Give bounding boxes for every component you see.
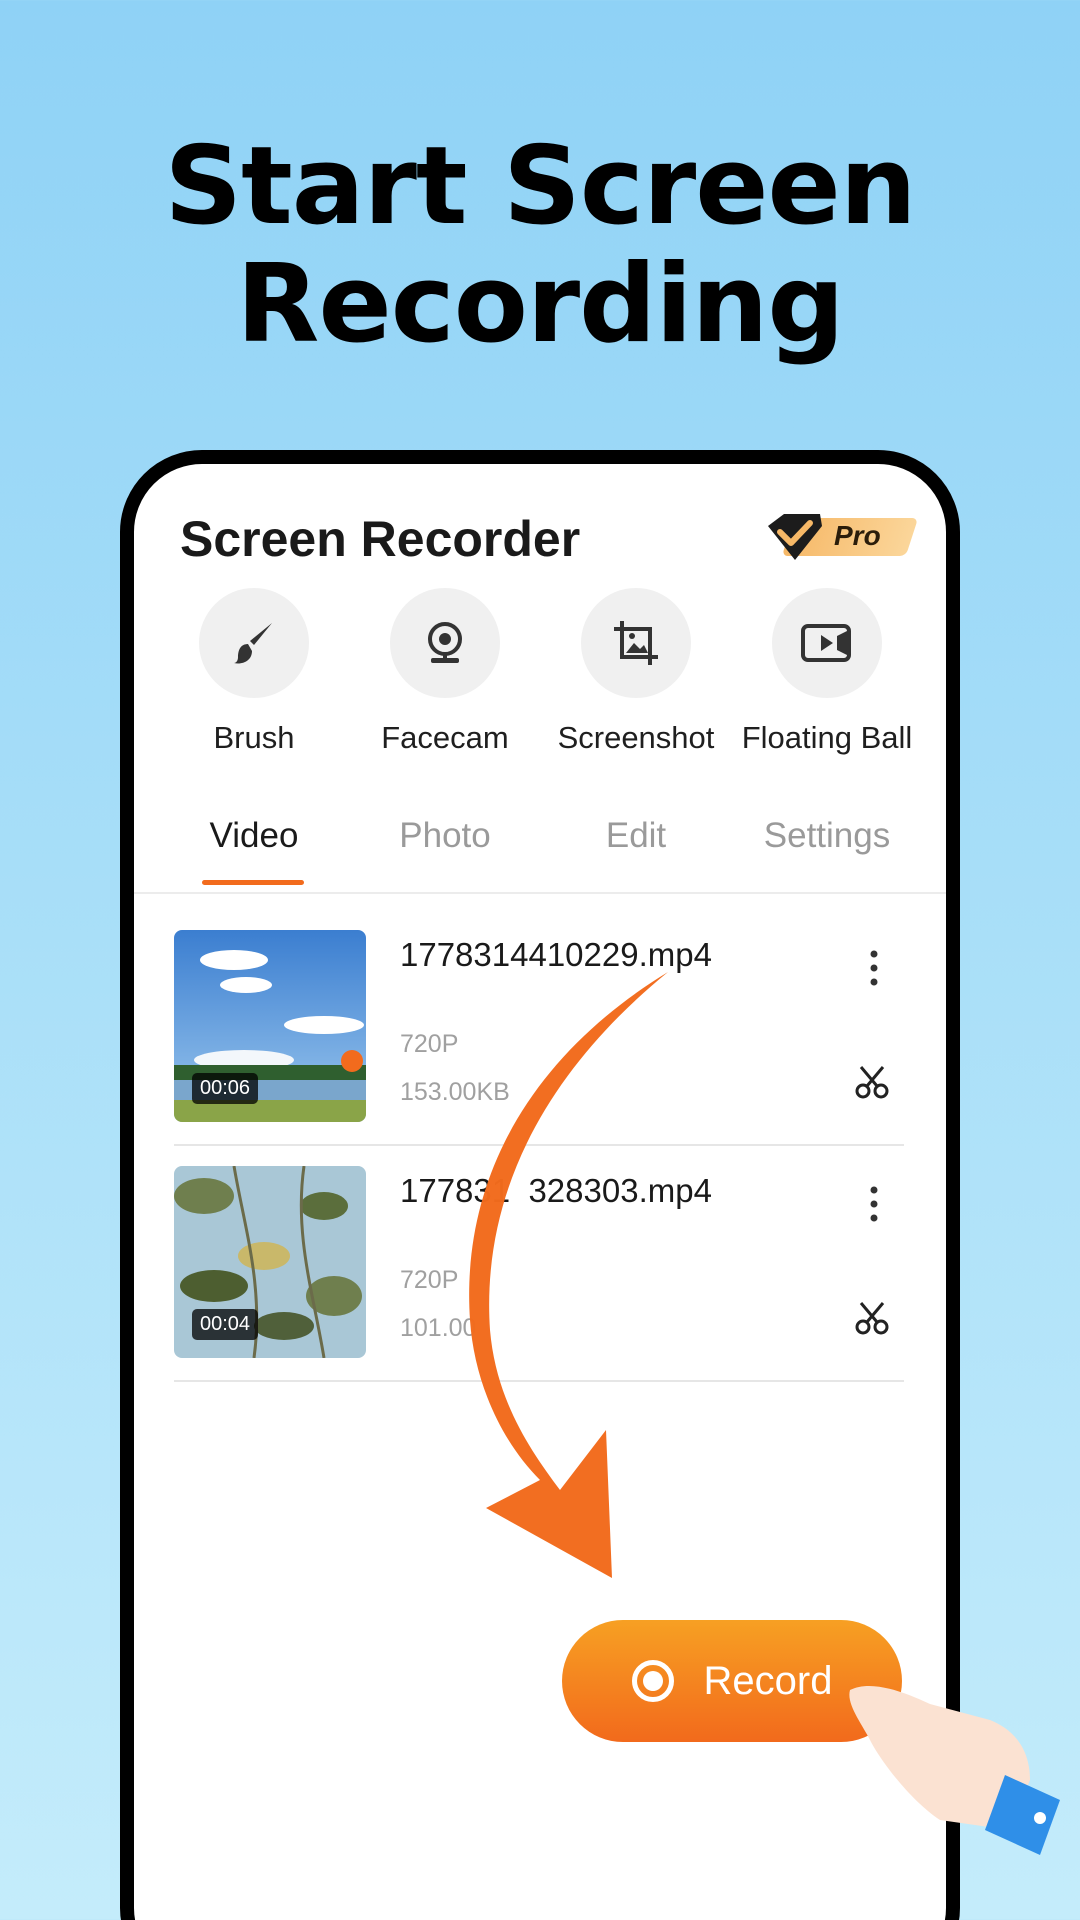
pro-shield-icon bbox=[768, 514, 822, 560]
tab-video[interactable]: Video bbox=[159, 816, 349, 856]
tool-circle bbox=[581, 588, 691, 698]
tool-circle bbox=[772, 588, 882, 698]
pro-badge[interactable]: Pro bbox=[764, 512, 919, 560]
tool-label: Screenshot bbox=[557, 720, 715, 755]
scissors-icon[interactable] bbox=[854, 1300, 890, 1336]
tool-brush[interactable]: Brush bbox=[159, 588, 349, 756]
video-list-item[interactable]: 00:04 177831 328303.mp4 720P 101.00 bbox=[174, 1146, 904, 1382]
tool-circle bbox=[199, 588, 309, 698]
video-camera-icon bbox=[801, 624, 851, 662]
tab-photo[interactable]: Photo bbox=[350, 816, 540, 856]
video-list-item[interactable]: 00:06 1778314410229.mp4 720P 153.00KB bbox=[174, 910, 904, 1146]
pointing-hand-illustration bbox=[849, 1685, 1060, 1855]
tool-circle bbox=[390, 588, 500, 698]
tab-settings[interactable]: Settings bbox=[732, 816, 922, 856]
screenshot-icon bbox=[614, 621, 658, 665]
tool-label: Facecam bbox=[381, 720, 509, 755]
more-options-icon[interactable] bbox=[864, 948, 884, 988]
tools-row: Brush Facecam Screenshot Floating Ball bbox=[134, 588, 946, 758]
video-thumbnail[interactable]: 00:06 bbox=[174, 930, 366, 1122]
tool-label: Brush bbox=[213, 720, 295, 755]
video-resolution: 720P bbox=[400, 1266, 459, 1294]
scissors-icon[interactable] bbox=[854, 1064, 890, 1100]
video-duration: 00:04 bbox=[192, 1309, 259, 1340]
tool-screenshot[interactable]: Screenshot bbox=[541, 588, 731, 756]
headline-line-2: Recording bbox=[236, 242, 844, 367]
tab-bar: Video Photo Edit Settings bbox=[134, 782, 946, 894]
record-label: Record bbox=[703, 1658, 833, 1703]
video-size: 101.00 bbox=[400, 1314, 477, 1342]
tab-edit[interactable]: Edit bbox=[541, 816, 731, 856]
phone-frame: Screen Recorder Pro Brush Facecam Screen… bbox=[120, 450, 960, 1920]
headline-line-1: Start Screen bbox=[164, 124, 916, 249]
video-size: 153.00KB bbox=[400, 1078, 510, 1106]
tool-facecam[interactable]: Facecam bbox=[350, 588, 540, 756]
tool-label: Floating Ball bbox=[741, 720, 913, 755]
tool-floating-ball[interactable]: Floating Ball bbox=[732, 588, 922, 756]
brush-icon bbox=[234, 623, 272, 664]
active-tab-indicator bbox=[202, 880, 304, 885]
video-duration: 00:06 bbox=[192, 1073, 259, 1104]
video-thumbnail[interactable]: 00:04 bbox=[174, 1166, 366, 1358]
more-options-icon[interactable] bbox=[864, 1184, 884, 1224]
pro-label: Pro bbox=[834, 520, 881, 551]
app-title: Screen Recorder bbox=[180, 511, 581, 567]
headline: Start Screen Recording bbox=[0, 128, 1080, 364]
record-dot-icon bbox=[631, 1660, 674, 1702]
webcam-icon bbox=[428, 622, 462, 663]
video-filename: 1778314410229.mp4 bbox=[400, 936, 712, 973]
video-resolution: 720P bbox=[400, 1030, 459, 1058]
video-filename: 177831 328303.mp4 bbox=[400, 1172, 712, 1209]
